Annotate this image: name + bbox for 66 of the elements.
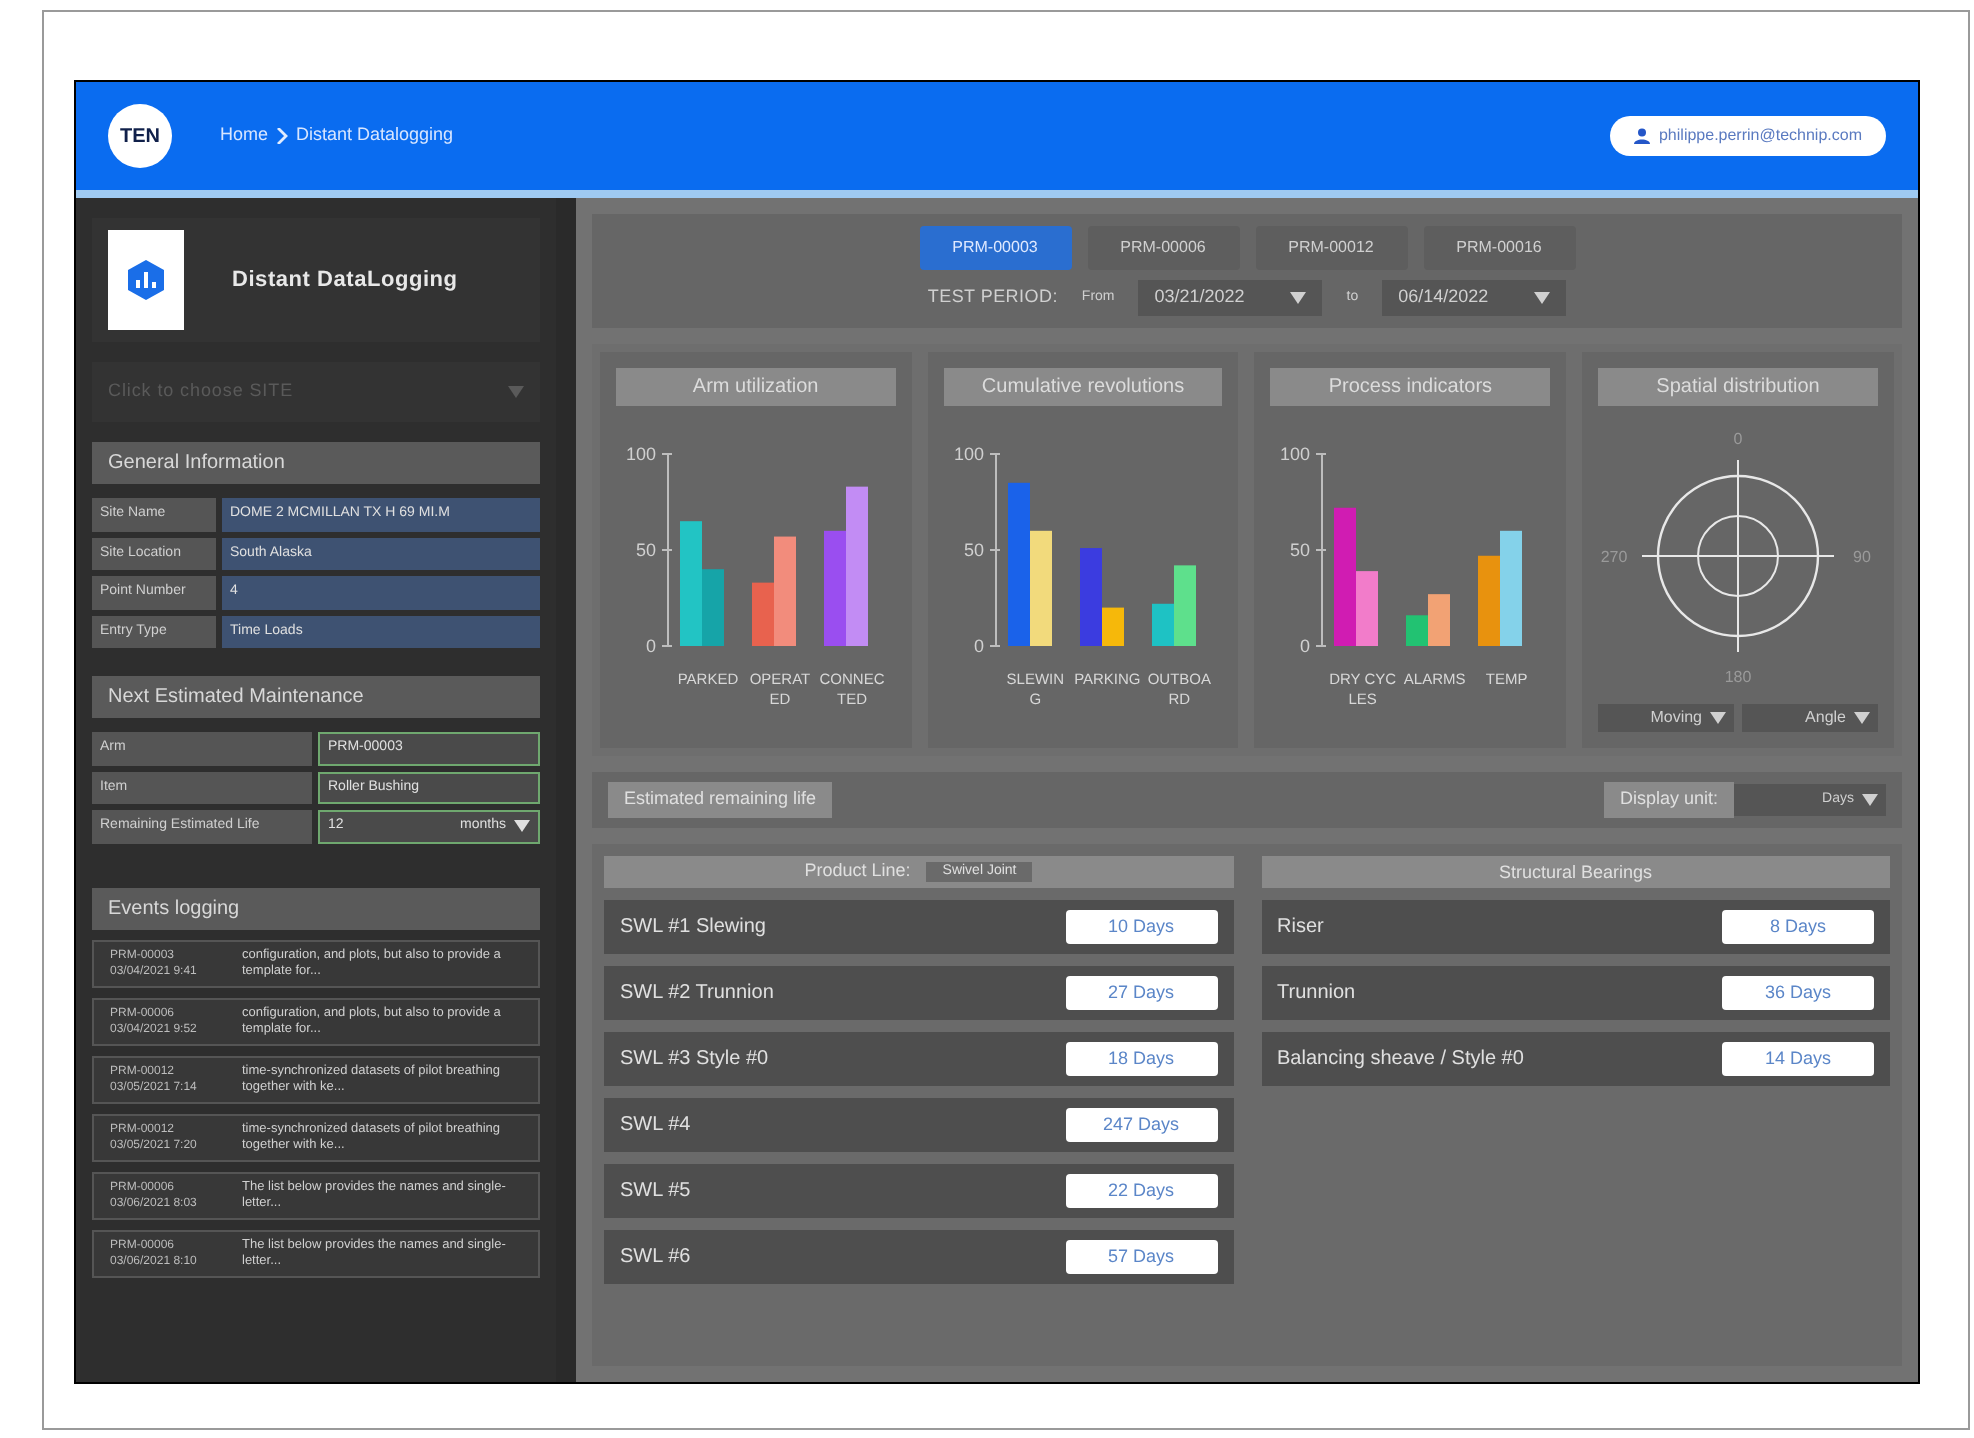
caret-icon — [1710, 712, 1727, 724]
user-button[interactable]: philippe.perrin@technip.com — [1610, 116, 1886, 156]
axis-label: 50 — [963, 540, 984, 560]
bar — [824, 530, 846, 646]
logo: TEN — [108, 104, 172, 168]
bar — [1500, 530, 1523, 646]
caret-icon — [1290, 292, 1307, 304]
item-name: Trunnion — [1277, 980, 1356, 1008]
value-badge: 18 Days — [1065, 1041, 1217, 1077]
section-title: Events logging — [92, 887, 540, 929]
app-title: Distant DataLogging — [232, 265, 458, 296]
chart-title: Cumulative revolutions — [943, 368, 1223, 406]
caret-icon — [1854, 712, 1871, 724]
item-name: SWL #3 Style #0 — [620, 1046, 769, 1074]
axis-label: 100 — [953, 444, 984, 464]
axis-label: 100 — [1280, 444, 1311, 464]
header-label: Product Line: — [804, 858, 911, 885]
chart-icon — [124, 258, 168, 302]
date-select[interactable]: 06/14/2022 — [1382, 280, 1567, 316]
caret-icon — [514, 820, 530, 833]
value-badge: 10 Days — [1065, 909, 1217, 945]
item-name: Balancing sheave / Style #0 — [1277, 1046, 1524, 1074]
arm-tab[interactable]: PRM-00012 — [1255, 226, 1407, 270]
axis-label: 50 — [1290, 540, 1311, 560]
value-badge: 27 Days — [1065, 975, 1217, 1011]
breadcrumb-link[interactable]: Home — [220, 122, 269, 150]
breadcrumb-link[interactable]: Distant Datalogging — [296, 122, 454, 150]
bar — [1029, 530, 1052, 646]
item-name: SWL #6 — [620, 1244, 691, 1272]
item-name: SWL #1 Slewing — [620, 914, 766, 942]
user-icon — [1634, 128, 1651, 144]
arm-tab[interactable]: PRM-00016 — [1423, 226, 1575, 270]
item-name: SWL #5 — [620, 1178, 691, 1206]
section-title: Next Estimated Maintenance — [92, 676, 540, 718]
bar — [1478, 555, 1501, 646]
arm-tab[interactable]: PRM-00006 — [1087, 226, 1239, 270]
caret-icon — [1862, 794, 1878, 806]
axis-label: 100 — [625, 444, 656, 464]
unit-label: Display unit: — [1603, 782, 1734, 818]
axis-label: 50 — [635, 540, 656, 560]
axis-label: 0 — [645, 636, 656, 656]
item-name: Riser — [1277, 914, 1324, 942]
chevron-icon — [276, 128, 289, 144]
arm-tab[interactable]: PRM-00003 — [919, 226, 1071, 270]
dropdown[interactable]: Angle — [1742, 704, 1879, 732]
table-header: Structural Bearings — [1261, 856, 1890, 888]
value-badge: 57 Days — [1065, 1239, 1217, 1275]
section-title: General Information — [92, 442, 540, 484]
value-badge: 247 Days — [1065, 1107, 1217, 1143]
item-name: SWL #4 — [620, 1112, 691, 1140]
date-select[interactable]: 03/21/2022 — [1138, 280, 1323, 316]
item-name: SWL #2 Trunnion — [620, 980, 774, 1008]
period-label: TEST PERIOD: — [927, 284, 1058, 311]
value-badge: 36 Days — [1722, 975, 1874, 1011]
chart-title: Spatial distribution — [1598, 368, 1879, 406]
chart-title: Process indicators — [1270, 368, 1551, 406]
chart-title: Arm utilization — [616, 368, 896, 406]
caret-icon — [1534, 292, 1551, 304]
dropdown[interactable]: Moving — [1598, 704, 1735, 732]
value-badge: 8 Days — [1722, 909, 1874, 945]
axis-label: 0 — [973, 636, 984, 656]
caret-icon — [508, 386, 524, 398]
section-title: Estimated remaining life — [608, 782, 833, 818]
axis-label: 0 — [1300, 636, 1311, 656]
value-badge: 14 Days — [1722, 1041, 1874, 1077]
value-badge: 22 Days — [1065, 1173, 1217, 1209]
